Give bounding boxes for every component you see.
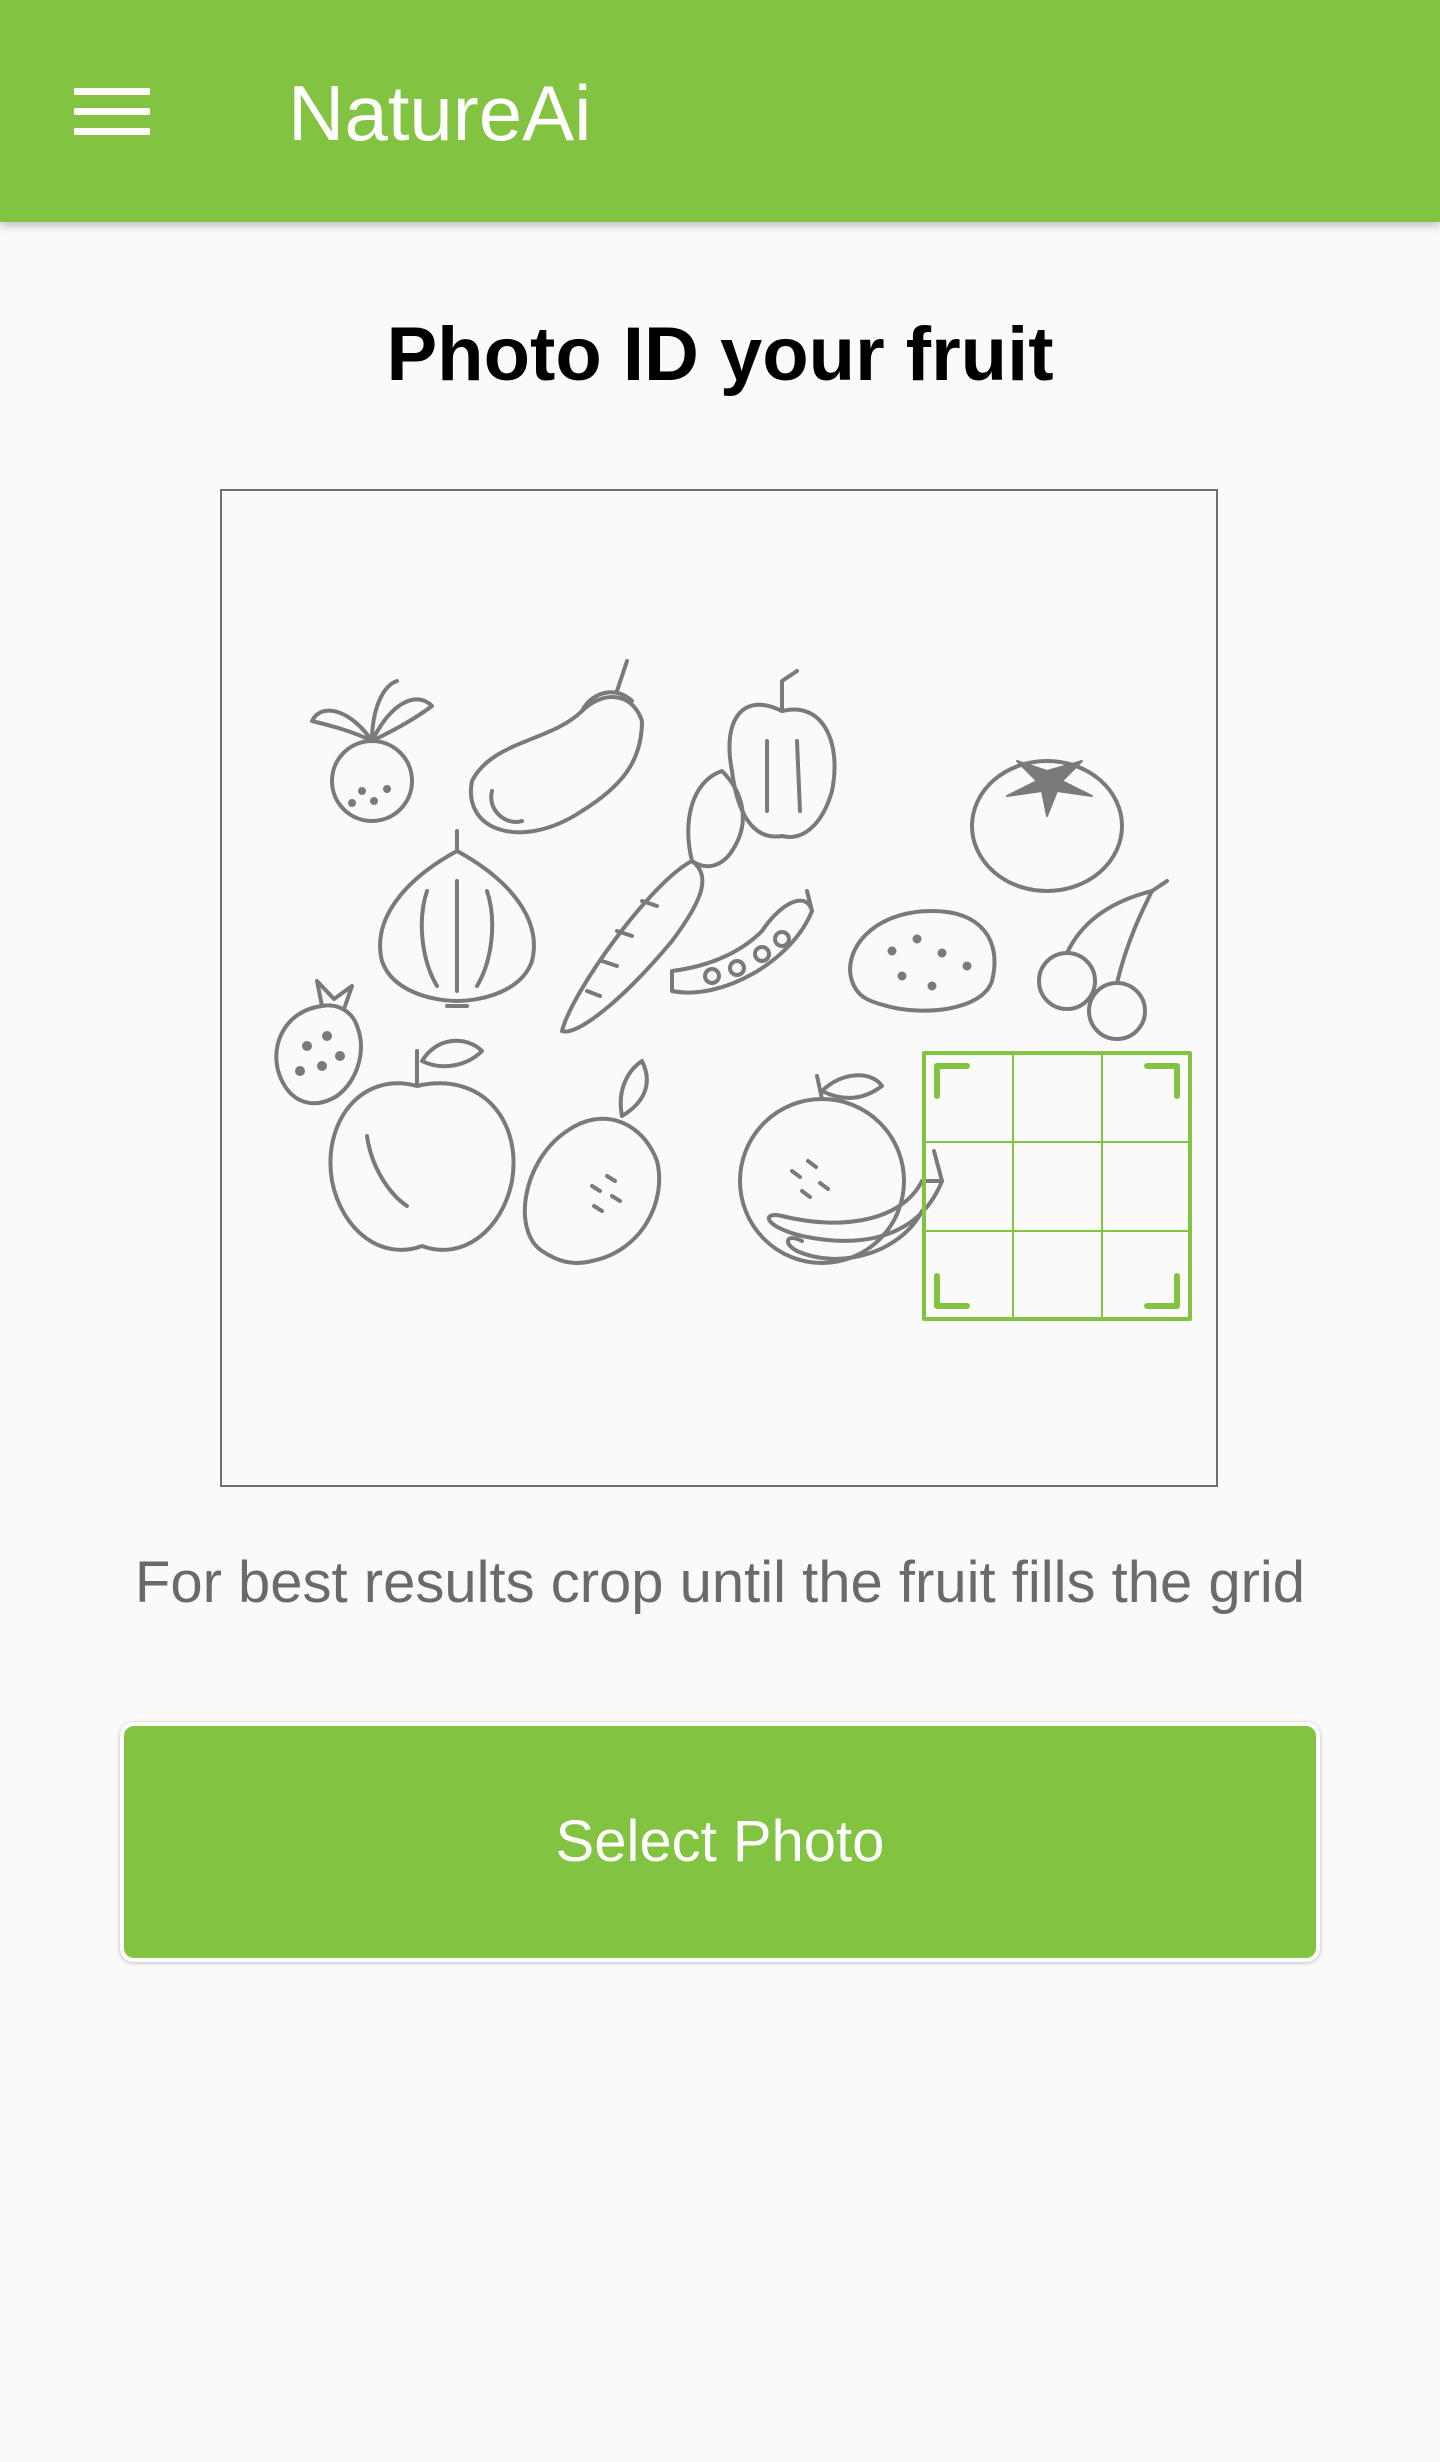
banana-icon: [766, 1149, 944, 1261]
crop-hint-text: For best results crop until the fruit fi…: [134, 1550, 1306, 1615]
tomato-icon: [970, 759, 1124, 893]
beet-icon: [310, 679, 434, 823]
carrot-icon: [560, 769, 745, 1034]
hamburger-menu-icon[interactable]: [56, 62, 166, 160]
potato-icon: [848, 909, 997, 1013]
apple-icon: [328, 1038, 516, 1252]
crop-grid: [922, 1051, 1192, 1321]
lemon-icon: [522, 1059, 662, 1265]
app-title: NatureAi: [288, 69, 592, 157]
onion-icon: [378, 829, 536, 1008]
pepper-icon: [727, 669, 837, 839]
app-toolbar: NatureAi: [0, 0, 1440, 222]
app-screen: NatureAi Photo ID your fruit For best re…: [0, 0, 1440, 2462]
cherries-icon: [1037, 879, 1169, 1041]
page-title: Photo ID your fruit: [386, 312, 1054, 397]
fruit-illustration: [220, 489, 1218, 1487]
eggplant-icon: [468, 659, 644, 835]
produce-drawing: [274, 659, 1192, 1321]
select-photo-button[interactable]: Select Photo: [120, 1722, 1320, 1962]
strawberry-icon: [274, 979, 363, 1106]
